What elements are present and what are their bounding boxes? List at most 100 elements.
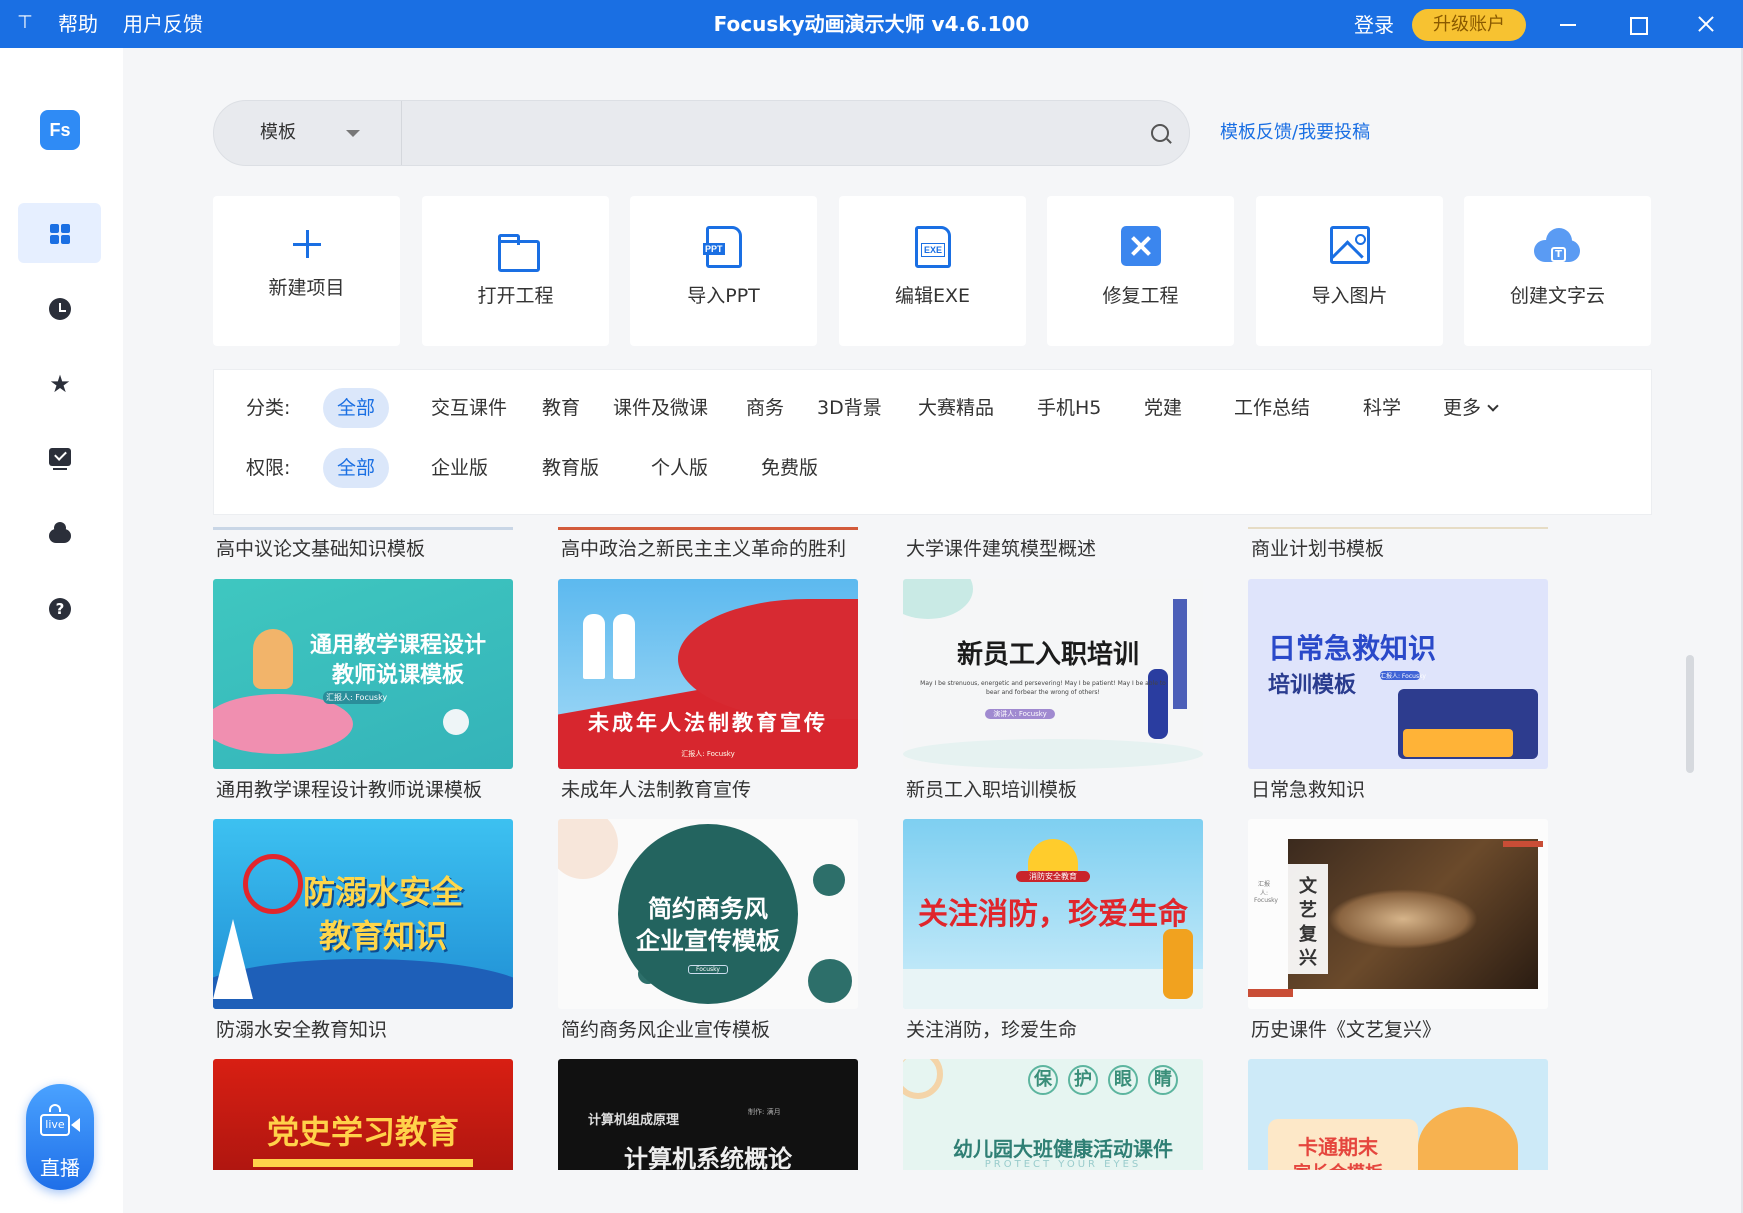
- category-label: 分类:: [246, 397, 291, 419]
- app-logo: Fs: [40, 110, 80, 150]
- monitor-check-icon: [49, 448, 71, 470]
- category-chip-party[interactable]: 党建: [1130, 388, 1196, 428]
- word-cloud-icon: T: [1534, 226, 1582, 266]
- action-label: 导入图片: [1311, 285, 1388, 307]
- template-grid: 高中议论文基础知识模板 高中政治之新民主主义革命的胜利 大学课件建筑模型概述 商…: [213, 527, 1673, 1170]
- permission-chip-free[interactable]: 免费版: [747, 448, 832, 488]
- star-icon: ★: [49, 370, 71, 398]
- clock-icon: [49, 298, 71, 320]
- folder-open-icon: [494, 228, 540, 272]
- sidebar: Fs ★ ? live 直播: [0, 48, 123, 1213]
- template-title: 商业计划书模板: [1251, 538, 1385, 560]
- exe-file-icon: EXE: [915, 226, 951, 268]
- template-thumbnail[interactable]: 计算机组成原理 制作: 满月 计算机系统概论: [558, 1059, 858, 1170]
- repair-tools-icon: [1121, 226, 1161, 266]
- action-label: 创建文字云: [1509, 285, 1605, 307]
- filter-panel: 分类: 全部 交互课件 教育 课件及微课 商务 3D背景 大赛精品 手机H5 党…: [213, 369, 1652, 515]
- template-title: 日常急救知识: [1251, 779, 1366, 801]
- category-chip-3d-background[interactable]: 3D背景: [803, 388, 896, 428]
- action-label: 修复工程: [1102, 285, 1179, 307]
- template-title: 关注消防，珍爱生命: [906, 1019, 1078, 1041]
- template-title: 高中政治之新民主主义革命的胜利: [561, 538, 847, 560]
- template-thumbnail[interactable]: 文艺复兴 汇报人: Focusky: [1248, 819, 1548, 1009]
- template-feedback-link[interactable]: 模板反馈/我要投稿: [1220, 122, 1370, 144]
- template-title: 通用教学课程设计教师说课模板: [216, 779, 483, 801]
- category-chip-interactive[interactable]: 交互课件: [417, 388, 521, 428]
- live-camera-icon: live: [40, 1104, 80, 1138]
- permission-label: 权限:: [246, 457, 291, 479]
- template-thumbnail[interactable]: 保 护 眼 睛 幼儿园大班健康活动课件 PROTECT YOUR EYES: [903, 1059, 1203, 1170]
- upgrade-account-button[interactable]: 升级账户: [1412, 9, 1526, 41]
- repair-project-button[interactable]: 修复工程: [1047, 196, 1234, 346]
- template-thumbnail[interactable]: 简约商务风 企业宣传模板 Focusky: [558, 819, 858, 1009]
- live-stream-button[interactable]: live 直播: [26, 1084, 94, 1190]
- category-chip-work-summary[interactable]: 工作总结: [1220, 388, 1324, 428]
- category-filter-row: 分类: 全部 交互课件 教育 课件及微课 商务 3D背景 大赛精品 手机H5 党…: [214, 388, 1653, 428]
- permission-chip-education[interactable]: 教育版: [528, 448, 613, 488]
- minimize-icon[interactable]: [1552, 8, 1584, 40]
- import-ppt-button[interactable]: PPT 导入PPT: [630, 196, 817, 346]
- close-icon[interactable]: [1690, 8, 1722, 40]
- template-thumbnail[interactable]: 消防安全教育 关注消防，珍爱生命: [903, 819, 1203, 1009]
- grid-icon: [49, 223, 71, 245]
- sidebar-item-recent[interactable]: [18, 278, 101, 338]
- action-label: 导入PPT: [687, 285, 760, 307]
- maximize-icon[interactable]: [1621, 8, 1653, 40]
- scrollbar-thumb[interactable]: [1686, 655, 1694, 773]
- search-input[interactable]: [404, 109, 1124, 157]
- search-type-dropdown[interactable]: 模板: [214, 101, 402, 165]
- template-thumbnail[interactable]: 党史学习教育: [213, 1059, 513, 1170]
- category-chip-courseware[interactable]: 课件及微课: [599, 388, 722, 428]
- action-label: 新建项目: [268, 277, 345, 299]
- title-bar: ⊤ 帮助 用户反馈 Focusky动画演示大师 v4.6.100 登录 升级账户: [0, 0, 1743, 48]
- login-link[interactable]: 登录: [1354, 13, 1394, 37]
- category-chip-education[interactable]: 教育: [528, 388, 594, 428]
- template-title: 历史课件《文艺复兴》: [1251, 1019, 1442, 1041]
- image-icon: [1330, 226, 1370, 264]
- template-title: 新员工入职培训模板: [906, 779, 1078, 801]
- new-project-button[interactable]: 新建项目: [213, 196, 400, 346]
- sidebar-item-cloud[interactable]: [18, 503, 101, 563]
- template-thumbnail[interactable]: 防溺水安全 教育知识: [213, 819, 513, 1009]
- chevron-down-icon: [346, 130, 360, 137]
- sidebar-item-favorites[interactable]: ★: [18, 353, 101, 413]
- chevron-down-icon: [1487, 400, 1499, 412]
- template-thumbnail[interactable]: 日常急救知识 培训模板 汇报人: Focusky: [1248, 579, 1548, 769]
- template-title: 大学课件建筑模型概述: [906, 538, 1097, 560]
- category-chip-contest[interactable]: 大赛精品: [904, 388, 1008, 428]
- template-thumbnail[interactable]: 新员工入职培训 May I be strenuous, energetic an…: [903, 579, 1203, 769]
- search-type-label: 模板: [260, 122, 296, 143]
- more-label: 更多: [1443, 397, 1482, 419]
- create-word-cloud-button[interactable]: T 创建文字云: [1464, 196, 1651, 346]
- help-icon: ?: [49, 598, 71, 620]
- ppt-file-icon: PPT: [703, 226, 742, 268]
- permission-chip-all[interactable]: 全部: [323, 448, 390, 488]
- template-title: 高中议论文基础知识模板: [216, 538, 426, 560]
- permission-filter-row: 权限: 全部 企业版 教育版 个人版 免费版: [214, 448, 1653, 488]
- template-thumbnail[interactable]: 卡通期末 家长会模板: [1248, 1059, 1548, 1170]
- sidebar-item-help[interactable]: ?: [18, 578, 101, 638]
- category-chip-science[interactable]: 科学: [1349, 388, 1415, 428]
- category-more-button[interactable]: 更多: [1429, 388, 1511, 428]
- import-image-button[interactable]: 导入图片: [1256, 196, 1443, 346]
- template-title: 未成年人法制教育宣传: [561, 779, 752, 801]
- action-label: 编辑EXE: [894, 285, 971, 307]
- action-label: 打开工程: [477, 285, 554, 307]
- template-thumbnail[interactable]: 通用教学课程设计 教师说课模板 汇报人: Focusky: [213, 579, 513, 769]
- category-chip-h5[interactable]: 手机H5: [1023, 388, 1115, 428]
- cloud-icon: [49, 522, 71, 543]
- search-icon[interactable]: [1151, 124, 1169, 142]
- open-project-button[interactable]: 打开工程: [422, 196, 609, 346]
- sidebar-item-templates[interactable]: [18, 203, 101, 263]
- permission-chip-personal[interactable]: 个人版: [637, 448, 722, 488]
- live-stream-label: 直播: [40, 1156, 80, 1180]
- template-title: 简约商务风企业宣传模板: [561, 1019, 771, 1041]
- template-thumbnail[interactable]: 未成年人法制教育宣传 汇报人: Focusky: [558, 579, 858, 769]
- category-chip-all[interactable]: 全部: [323, 388, 390, 428]
- sidebar-item-published[interactable]: [18, 428, 101, 488]
- template-title: 防溺水安全教育知识: [216, 1019, 388, 1041]
- category-chip-business[interactable]: 商务: [732, 388, 798, 428]
- edit-exe-button[interactable]: EXE 编辑EXE: [839, 196, 1026, 346]
- permission-chip-enterprise[interactable]: 企业版: [417, 448, 502, 488]
- scrollbar-track[interactable]: [1685, 48, 1697, 1213]
